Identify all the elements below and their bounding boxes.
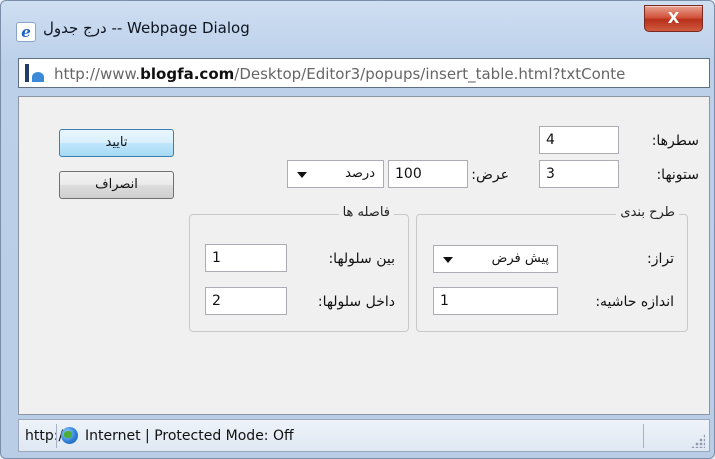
- status-zone-text[interactable]: Internet | Protected Mode: Off: [85, 428, 294, 444]
- spacing-legend: فاصله ها: [338, 205, 394, 220]
- border-input[interactable]: [433, 287, 558, 315]
- layout-fieldset: طرح بندی تراز: پیش فرض اندازه حاشیه:: [416, 205, 688, 332]
- address-bar[interactable]: http://www.blogfa.com/Desktop/Editor3/po…: [18, 58, 710, 88]
- cellspacing-label: بین سلولها:: [328, 251, 395, 267]
- ie-icon: e: [16, 22, 36, 42]
- title-bar[interactable]: e درج جدول -- Webpage Dialog X: [1, 1, 714, 47]
- cols-input[interactable]: [539, 160, 619, 188]
- url-path: /Desktop/Editor3/popups/insert_table.htm…: [234, 65, 626, 83]
- url-prefix: http://www.: [54, 65, 141, 83]
- cellspacing-input[interactable]: [205, 244, 287, 272]
- dropdown-arrow-icon: [443, 257, 453, 263]
- status-bar: http:/ Internet | Protected Mode: Off: [18, 419, 710, 452]
- resize-grip-icon[interactable]: [691, 434, 705, 448]
- cellpadding-input[interactable]: [205, 287, 287, 315]
- align-value: پیش فرض: [491, 251, 549, 266]
- status-url-fragment: http:/: [25, 428, 64, 444]
- site-favicon-icon: [25, 64, 44, 82]
- width-unit-select[interactable]: درصد: [287, 160, 384, 188]
- globe-icon: [61, 427, 78, 444]
- dialog-window: e درج جدول -- Webpage Dialog X http://ww…: [0, 0, 715, 459]
- status-divider: [56, 424, 57, 448]
- address-url: http://www.blogfa.com/Desktop/Editor3/po…: [54, 65, 625, 83]
- window-title: درج جدول -- Webpage Dialog: [43, 19, 250, 37]
- layout-legend: طرح بندی: [616, 205, 679, 220]
- close-button[interactable]: X: [644, 5, 703, 32]
- cols-label: ستونها:: [656, 167, 699, 183]
- dropdown-arrow-icon: [297, 172, 307, 178]
- cellpadding-label: داخل سلولها:: [317, 294, 395, 310]
- width-label: عرض:: [471, 167, 509, 183]
- align-select[interactable]: پیش فرض: [433, 245, 558, 273]
- rows-input[interactable]: [539, 126, 619, 154]
- ok-button[interactable]: تایید: [59, 129, 174, 157]
- cancel-button[interactable]: انصراف: [59, 171, 174, 199]
- status-divider: [643, 424, 644, 448]
- width-unit-value: درصد: [345, 166, 375, 181]
- align-label: تراز:: [647, 251, 674, 267]
- border-label: اندازه حاشیه:: [595, 294, 674, 310]
- width-input[interactable]: [388, 160, 468, 188]
- rows-label: سطرها:: [651, 133, 699, 149]
- dialog-content: تایید انصراف سطرها: ستونها: عرض: درصد طر…: [18, 96, 710, 415]
- url-domain: blogfa.com: [140, 65, 235, 83]
- spacing-fieldset: فاصله ها بین سلولها: داخل سلولها:: [189, 205, 409, 332]
